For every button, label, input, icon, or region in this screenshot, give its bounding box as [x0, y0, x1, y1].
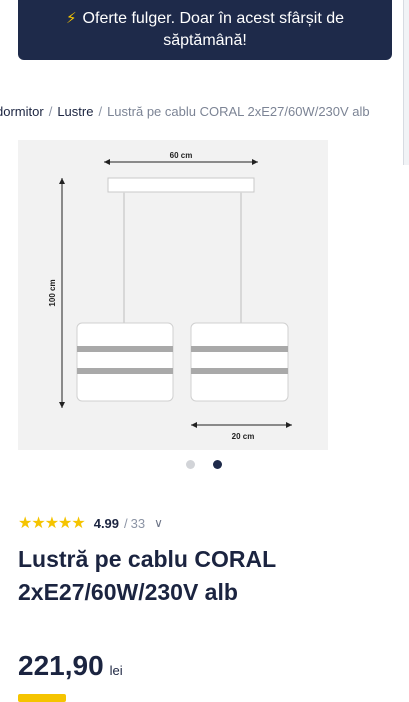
product-title: Lustră pe cablu CORAL 2xE27/60W/230V alb [18, 546, 276, 605]
breadcrumb-item-lustre[interactable]: Lustre [57, 104, 93, 119]
price-currency: lei [109, 663, 123, 678]
rating-separator: / [124, 515, 128, 531]
shade-dimension-label: 20 cm [232, 432, 255, 441]
gallery-dot-1[interactable] [186, 460, 195, 469]
product-image: 60 cm 100 cm 20 cm [48, 151, 292, 441]
breadcrumb: dormitor / Lustre / Lustră pe cablu CORAL 2x… [0, 103, 400, 121]
gallery-dot-2-active[interactable] [213, 460, 222, 469]
review-count: 33 [130, 515, 146, 531]
promo-text: Oferte fulger. Doar în acest sfârșit de … [82, 10, 344, 49]
chevron-down-icon[interactable]: ∨ [154, 516, 163, 530]
height-dimension-label: 100 cm [48, 279, 57, 306]
breadcrumb-current: Lustră pe cablu CORAL 2xE27/60W/230V alb [107, 104, 370, 119]
breadcrumb-separator: / [98, 104, 103, 119]
rating-summary[interactable]: ★★★★★ 4.99 / 33 ∨ [18, 514, 163, 532]
lightning-icon: ⚡ [66, 10, 77, 27]
product-image-gallery[interactable]: 60 cm 100 cm 20 cm [18, 140, 328, 450]
scrollbar[interactable] [403, 0, 409, 165]
breadcrumb-item-dormitor[interactable]: dormitor [0, 104, 44, 119]
promo-banner[interactable]: ⚡ Oferte fulger. Doar în acest sfârșit de… [18, 0, 392, 60]
price-amount: 221,90 [18, 650, 104, 681]
product-price: 221,90 lei [18, 650, 123, 682]
rating-stars-icon: ★★★★★ [18, 515, 86, 532]
rating-score: 4.99 [93, 515, 120, 531]
width-dimension-label: 60 cm [170, 151, 193, 160]
promo-badge [18, 694, 66, 702]
breadcrumb-separator: / [48, 104, 53, 119]
